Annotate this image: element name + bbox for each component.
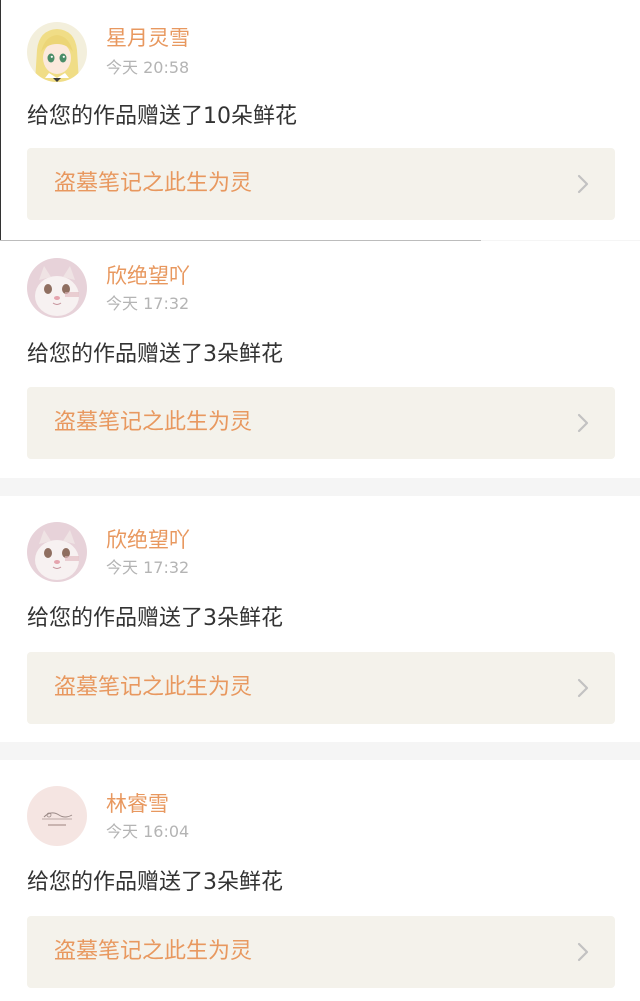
notification-card: 星月灵雪 今天 20:58 给您的作品赠送了10朵鲜花 盗墓笔记之此生为灵 (0, 0, 640, 240)
user-name[interactable]: 欣绝望吖 (106, 262, 190, 290)
gift-message: 给您的作品赠送了3朵鲜花 (27, 342, 283, 367)
screenshot-edge-line (0, 0, 1, 240)
gift-message: 给您的作品赠送了3朵鲜花 (27, 870, 283, 895)
user-name[interactable]: 欣绝望吖 (106, 526, 190, 554)
work-link-button[interactable]: 盗墓笔记之此生为灵 (27, 652, 615, 724)
timestamp: 今天 16:04 (106, 822, 190, 841)
chevron-right-icon (576, 173, 590, 195)
anime-girl-avatar-icon (27, 22, 87, 82)
cat-avatar-icon (27, 522, 87, 582)
chevron-right-icon (576, 941, 590, 963)
sketch-avatar-icon (27, 786, 87, 846)
work-title: 盗墓笔记之此生为灵 (54, 675, 253, 700)
work-title: 盗墓笔记之此生为灵 (54, 171, 253, 196)
cat-avatar-icon (27, 258, 87, 318)
chevron-right-icon (576, 412, 590, 434)
notification-card: 林睿雪 今天 16:04 给您的作品赠送了3朵鲜花 盗墓笔记之此生为灵 (0, 760, 640, 1001)
user-avatar[interactable] (27, 258, 87, 318)
work-title: 盗墓笔记之此生为灵 (54, 410, 253, 435)
gift-notification-feed: 星月灵雪 今天 20:58 给您的作品赠送了10朵鲜花 盗墓笔记之此生为灵 欣绝… (0, 0, 640, 1001)
work-link-button[interactable]: 盗墓笔记之此生为灵 (27, 916, 615, 988)
gift-message: 给您的作品赠送了10朵鲜花 (27, 104, 297, 129)
user-avatar[interactable] (27, 786, 87, 846)
timestamp: 今天 17:32 (106, 558, 190, 577)
notification-card: 欣绝望吖 今天 17:32 给您的作品赠送了3朵鲜花 盗墓笔记之此生为灵 (0, 496, 640, 742)
work-link-button[interactable]: 盗墓笔记之此生为灵 (27, 387, 615, 459)
user-name[interactable]: 林睿雪 (106, 790, 169, 818)
timestamp: 今天 17:32 (106, 294, 190, 313)
work-link-button[interactable]: 盗墓笔记之此生为灵 (27, 148, 615, 220)
gift-message: 给您的作品赠送了3朵鲜花 (27, 606, 283, 631)
user-name[interactable]: 星月灵雪 (106, 24, 190, 52)
notification-card: 欣绝望吖 今天 17:32 给您的作品赠送了3朵鲜花 盗墓笔记之此生为灵 (0, 241, 640, 478)
work-title: 盗墓笔记之此生为灵 (54, 939, 253, 964)
user-avatar[interactable] (27, 22, 87, 82)
timestamp: 今天 20:58 (106, 58, 190, 77)
user-avatar[interactable] (27, 522, 87, 582)
chevron-right-icon (576, 677, 590, 699)
